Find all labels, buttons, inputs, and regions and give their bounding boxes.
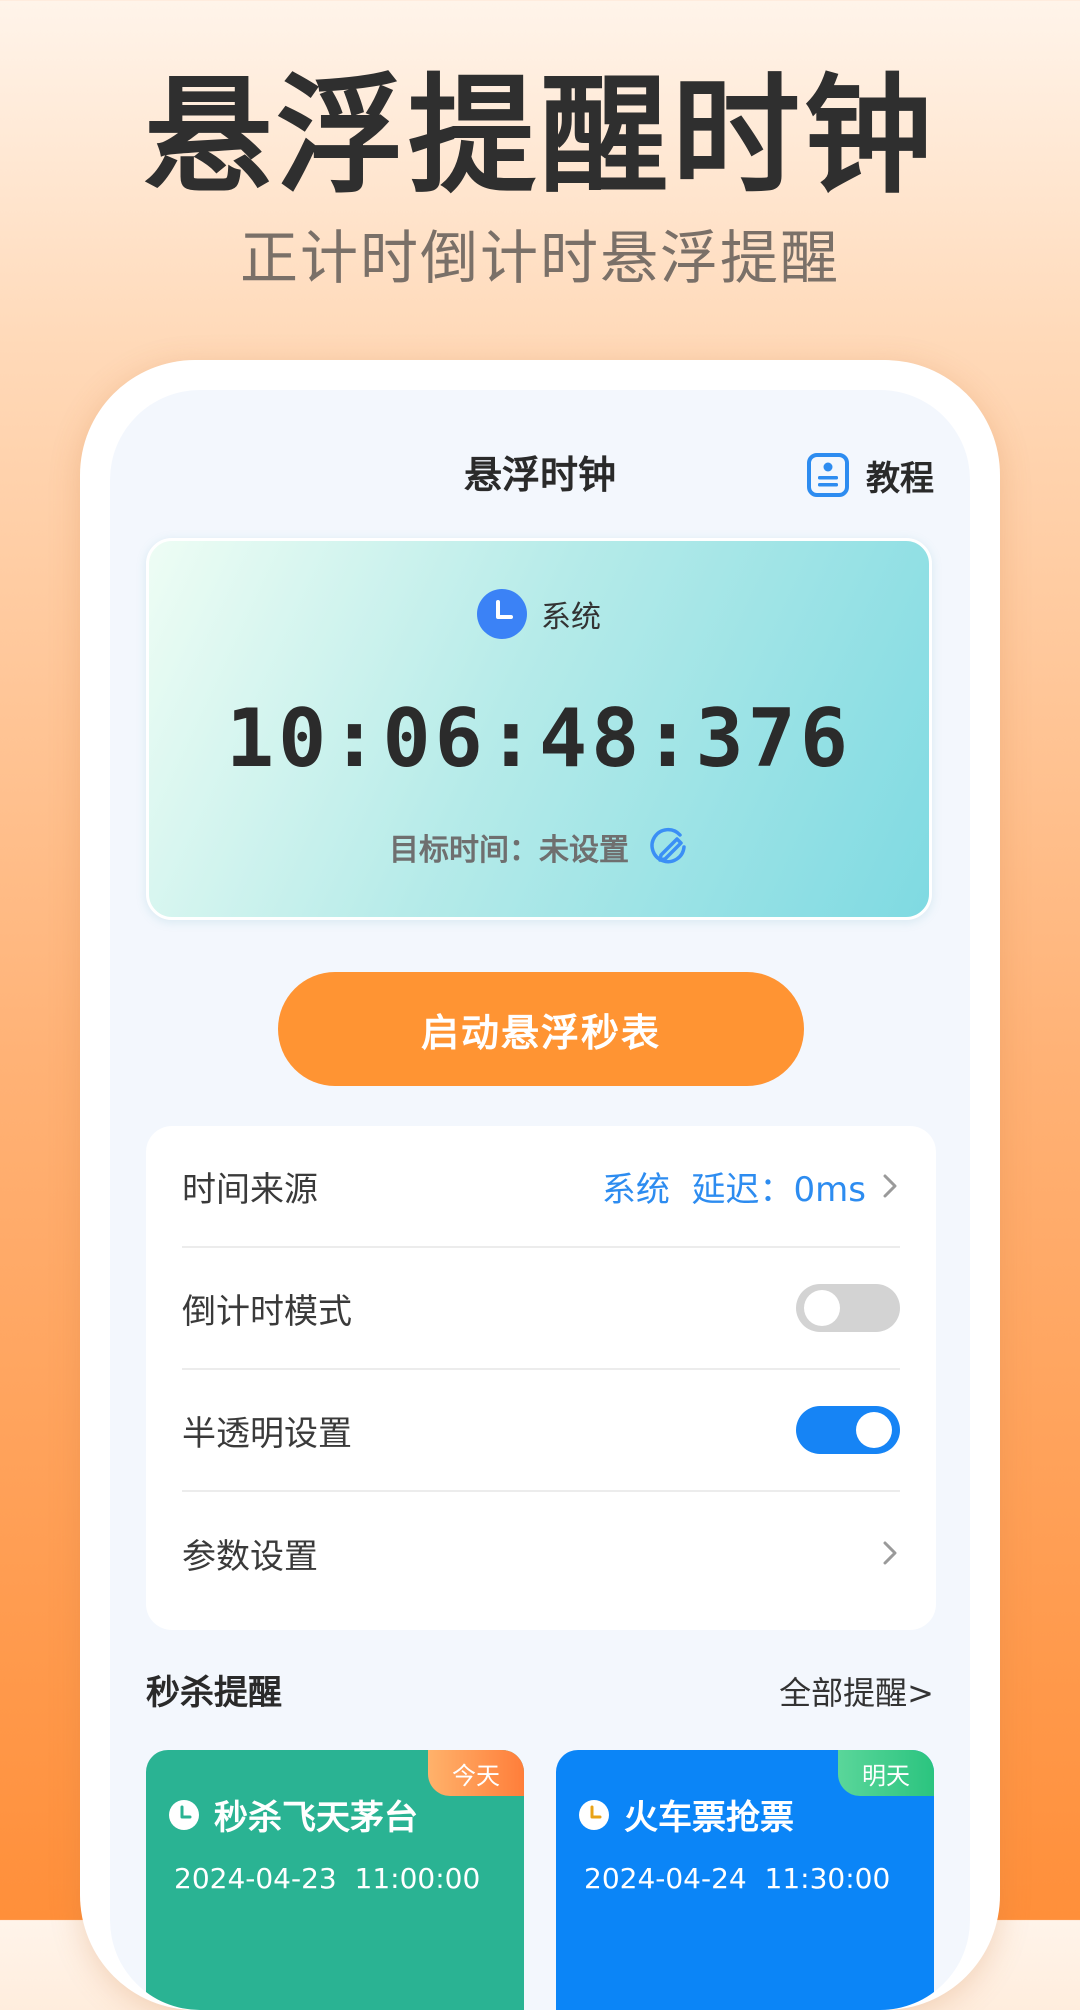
time-source-row: 系统	[149, 589, 929, 639]
reminder-card[interactable]: 今天 秒杀飞天茅台 2024-04-23 11:00:00	[146, 1750, 524, 2010]
translucency-toggle[interactable]	[796, 1406, 900, 1454]
reminder-name: 火车票抢票	[624, 1798, 794, 1838]
clock-icon	[477, 589, 527, 639]
setting-translucency: 半透明设置	[182, 1370, 900, 1492]
start-floating-stopwatch-button[interactable]: 启动悬浮秒表	[278, 972, 804, 1086]
reminder-name: 秒杀飞天茅台	[214, 1798, 418, 1838]
target-time-row[interactable]: 目标时间：未设置	[149, 825, 929, 869]
setting-parameters[interactable]: 参数设置	[182, 1492, 900, 1614]
setting-label: 时间来源	[182, 1169, 318, 1210]
setting-time-source[interactable]: 时间来源 系统 延迟：0ms	[182, 1126, 900, 1248]
promo-title: 悬浮提醒时钟	[143, 62, 936, 211]
chevron-right-icon	[883, 1541, 897, 1565]
current-time: 10:06:48:376	[226, 692, 852, 785]
tutorial-label: 教程	[866, 458, 934, 499]
small-clock-icon	[579, 1799, 609, 1830]
clock-card: 系统 10:06:48:376 目标时间：未设置	[146, 538, 932, 920]
target-time-label: 目标时间：未设置	[389, 833, 629, 868]
small-clock-icon	[169, 1799, 199, 1830]
setting-label: 半透明设置	[182, 1413, 352, 1454]
reminder-datetime: 2024-04-23 11:00:00	[174, 1862, 481, 1895]
day-badge: 今天	[428, 1750, 524, 1796]
reminder-datetime: 2024-04-24 11:30:00	[584, 1862, 891, 1895]
setting-label: 参数设置	[182, 1536, 318, 1577]
setting-countdown-mode: 倒计时模式	[182, 1248, 900, 1370]
time-source-label: 系统	[541, 600, 601, 635]
promo-subtitle: 正计时倒计时悬浮提醒	[239, 224, 840, 292]
phone-frame: 悬浮时钟 教程 系统 10:06:48:376 目标时间：未设置 启动悬浮秒表 …	[80, 360, 1000, 2010]
setting-value: 系统 延迟：0ms	[601, 1169, 866, 1210]
day-badge: 明天	[838, 1750, 934, 1796]
reminders-section-title: 秒杀提醒	[146, 1673, 282, 1713]
app-screen: 悬浮时钟 教程 系统 10:06:48:376 目标时间：未设置 启动悬浮秒表 …	[110, 390, 970, 2010]
settings-card: 时间来源 系统 延迟：0ms 倒计时模式 半透明设置 参数设置	[146, 1126, 936, 1630]
tutorial-button[interactable]: 教程	[806, 430, 934, 520]
reminder-card[interactable]: 明天 火车票抢票 2024-04-24 11:30:00	[556, 1750, 934, 2010]
edit-icon[interactable]	[647, 826, 689, 868]
tutorial-book-icon	[807, 453, 849, 497]
countdown-mode-toggle[interactable]	[796, 1284, 900, 1332]
setting-label: 倒计时模式	[182, 1291, 352, 1332]
chevron-right-icon	[883, 1174, 897, 1198]
all-reminders-link[interactable]: 全部提醒>	[779, 1668, 934, 1718]
